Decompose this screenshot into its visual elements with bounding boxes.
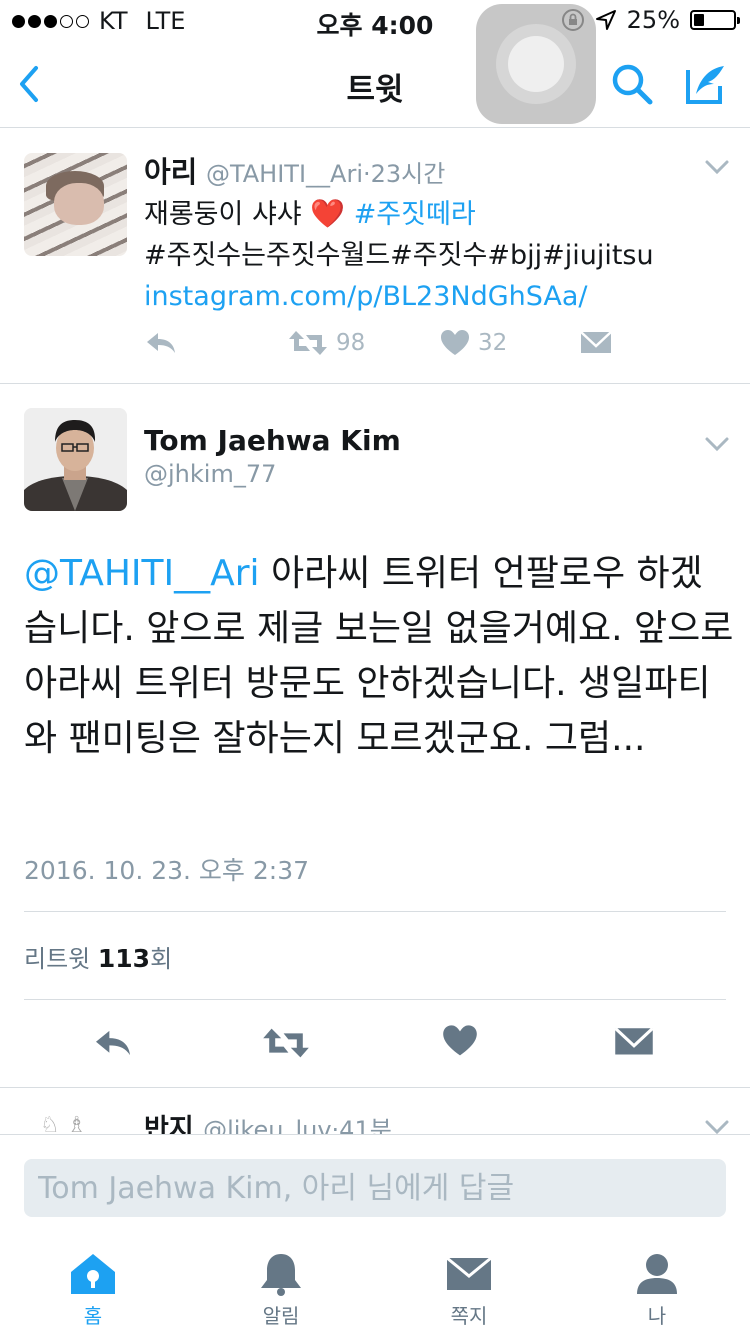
mention-link[interactable]: @TAHITI__Ari	[24, 553, 260, 594]
author-name[interactable]: 반지	[144, 1114, 194, 1134]
heart-icon[interactable]	[442, 1024, 478, 1058]
home-icon	[71, 1254, 115, 1294]
tab-bar: 홈 알림 쪽지 나	[0, 1234, 750, 1334]
envelope-icon	[580, 331, 612, 353]
reply-button[interactable]	[144, 329, 178, 357]
retweet-button[interactable]: 98	[288, 329, 365, 357]
parent-tweet[interactable]: 아리 @TAHITI__Ari·23시간 재롱둥이 샤샤 ❤️ #주짓떼라 #주…	[0, 129, 750, 384]
hashtag-link[interactable]: #주짓떼라	[354, 199, 476, 230]
reply-icon	[147, 333, 175, 353]
compose-tweet-icon[interactable]	[684, 62, 728, 106]
chevron-down-icon[interactable]	[704, 159, 730, 175]
focused-tweet: Tom Jaehwa Kim @jhkim_77 @TAHITI__Ari 아라…	[0, 384, 750, 1088]
chevron-down-icon[interactable]	[704, 1119, 730, 1134]
tab-label: 쪽지	[450, 1304, 488, 1328]
author-handle[interactable]: @likeu_luv	[203, 1116, 331, 1134]
tab-label: 홈	[83, 1304, 103, 1328]
status-bar: KT LTE 오후 4:00 25%	[0, 0, 750, 40]
reply-input[interactable]	[24, 1159, 726, 1217]
tab-messages[interactable]: 쪽지	[409, 1234, 529, 1334]
like-count: 32	[478, 330, 508, 356]
direct-message-button[interactable]	[580, 329, 612, 357]
location-arrow-icon	[595, 10, 616, 30]
envelope-icon[interactable]	[614, 1024, 654, 1060]
retweet-total: 113	[97, 944, 151, 973]
tab-me[interactable]: 나	[597, 1234, 717, 1334]
tweet-timestamp: 2016. 10. 23. 오후 2:37	[24, 856, 310, 885]
battery-icon	[690, 10, 740, 30]
tweet-text: 재롱둥이 샤샤 ❤️ #주짓떼라 #주짓수는주짓수월드#주짓수#bjj#jiuj…	[144, 193, 654, 317]
divider	[24, 999, 726, 1000]
like-button[interactable]: 32	[440, 329, 507, 357]
chevron-down-icon[interactable]	[704, 436, 730, 452]
retweet-label: 리트윗	[24, 945, 91, 973]
avatar[interactable]	[24, 408, 127, 511]
retweet-icon	[289, 331, 327, 355]
avatar[interactable]	[24, 153, 127, 256]
tab-label: 알림	[262, 1304, 300, 1328]
divider	[24, 911, 726, 912]
mail-icon	[446, 1256, 492, 1290]
author-handle[interactable]: @TAHITI__Ari	[206, 160, 363, 188]
avatar[interactable]: ♘ ♗	[40, 1113, 86, 1134]
reply-composer	[0, 1134, 750, 1234]
tweet-age: 41분	[339, 1116, 392, 1134]
tweet-actions	[0, 1024, 750, 1064]
heart-icon	[441, 330, 469, 355]
tab-home[interactable]: 홈	[33, 1234, 153, 1334]
person-photo	[24, 408, 127, 511]
author-name[interactable]: 아리	[144, 155, 197, 189]
reply-icon[interactable]	[92, 1026, 134, 1060]
retweet-stats[interactable]: 리트윗 113회	[24, 939, 172, 974]
tab-notifications[interactable]: 알림	[221, 1234, 341, 1334]
tweet-age: 23시간	[370, 160, 446, 188]
battery-percent: 25%	[626, 6, 680, 34]
retweet-icon[interactable]	[262, 1026, 310, 1060]
instagram-link[interactable]: instagram.com/p/BL23NdGhSAa/	[144, 276, 654, 317]
search-icon[interactable]	[610, 62, 654, 106]
assistive-touch-button[interactable]	[476, 4, 596, 124]
bell-icon	[261, 1254, 301, 1296]
red-heart-emoji-icon: ❤️	[310, 197, 346, 230]
tab-label: 나	[647, 1304, 667, 1328]
profile-icon	[637, 1254, 677, 1294]
tweet-header: 아리 @TAHITI__Ari·23시간	[144, 149, 445, 191]
reply-tweet-preview[interactable]: ♘ ♗ 반지 @likeu_luv·41분	[0, 1089, 750, 1134]
tweet-actions: 98 32	[144, 329, 624, 365]
hashtags-line[interactable]: #주짓수는주짓수월드#주짓수#bjj#jiujitsu	[144, 235, 654, 276]
author-name[interactable]: Tom Jaehwa Kim	[144, 424, 401, 457]
tweet-text-line1: 재롱둥이 샤샤	[144, 199, 302, 230]
author-handle[interactable]: @jhkim_77	[144, 460, 276, 488]
retweet-suffix: 회	[150, 945, 173, 973]
retweet-count: 98	[336, 330, 366, 356]
nav-bar: 트윗	[0, 40, 750, 128]
separator: ·	[363, 160, 371, 188]
tweet-text: @TAHITI__Ari 아라씨 트위터 언팔로우 하겠습니다. 앞으로 제글 …	[24, 546, 734, 766]
